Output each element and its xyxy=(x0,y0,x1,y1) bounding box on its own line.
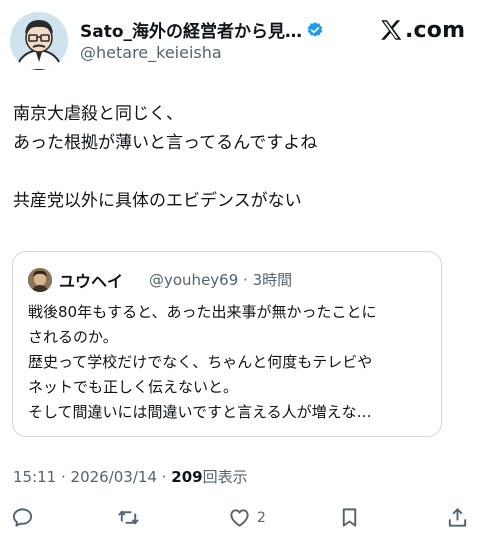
brand-text: .com xyxy=(405,17,466,43)
quoted-line: ネットでも正しく伝えないと。 xyxy=(28,378,239,396)
verified-badge-icon xyxy=(307,21,323,37)
quoted-line: 戦後80年もすると、あった出来事が無かったことに xyxy=(28,303,377,321)
timestamp[interactable]: 15:11 · 2026/03/14 · xyxy=(13,468,171,486)
like-count: 2 xyxy=(257,509,266,526)
quoted-meta: @youhey69 · 3時間 xyxy=(149,271,293,289)
repost-button[interactable] xyxy=(117,506,140,529)
like-button[interactable]: 2 xyxy=(228,506,266,529)
quoted-avatar xyxy=(28,268,52,292)
handle[interactable]: @hetare_keieisha xyxy=(80,43,222,62)
heart-icon xyxy=(230,509,249,527)
tweet-meta: 15:11 · 2026/03/14 · 209回表示 xyxy=(13,466,248,487)
action-bar: 2 xyxy=(0,500,480,540)
tweet-line: あった根拠が薄いと言ってるんですよね xyxy=(13,133,318,153)
reply-button[interactable] xyxy=(11,506,34,529)
avatar[interactable] xyxy=(10,12,68,70)
quoted-display-name[interactable]: ユウヘイ xyxy=(59,268,123,292)
quoted-line: 歴史って学校だけでなく、ちゃんと何度もテレビや xyxy=(28,353,373,371)
bookmark-button[interactable] xyxy=(338,506,361,529)
quoted-line: されるのか。 xyxy=(28,328,118,346)
tweet-text: 南京大虐殺と同じく、 あった根拠が薄いと言ってるんですよね 共産党以外に具体のエ… xyxy=(13,100,469,216)
quoted-tweet[interactable]: ユウヘイ @youhey69 · 3時間 戦後80年もすると、あった出来事が無か… xyxy=(12,251,442,437)
repost-icon xyxy=(118,510,139,525)
share-button[interactable] xyxy=(446,506,469,529)
view-count-label: 回表示 xyxy=(202,468,248,486)
tweet-line: 南京大虐殺と同じく、 xyxy=(13,104,183,124)
tweet-header: Sato_海外の経営者から見… @hetare_keieisha .com xyxy=(0,0,480,80)
bookmark-icon xyxy=(342,508,357,527)
name-row: Sato_海外の経営者から見… xyxy=(80,17,324,42)
tweet-line xyxy=(13,158,469,187)
quoted-line: そして間違いには間違いですと言える人が増えな… xyxy=(28,403,372,421)
x-logo-icon xyxy=(381,20,402,40)
reply-icon xyxy=(12,508,33,527)
brand: .com xyxy=(378,17,465,43)
view-count: 209 xyxy=(171,468,203,486)
tweet-line: 共産党以外に具体のエビデンスがない xyxy=(13,191,302,211)
display-name[interactable]: Sato_海外の経営者から見… xyxy=(80,17,302,42)
share-icon xyxy=(448,507,467,527)
quoted-text: 戦後80年もすると、あった出来事が無かったことに されるのか。 歴史って学校だけ… xyxy=(28,300,428,425)
